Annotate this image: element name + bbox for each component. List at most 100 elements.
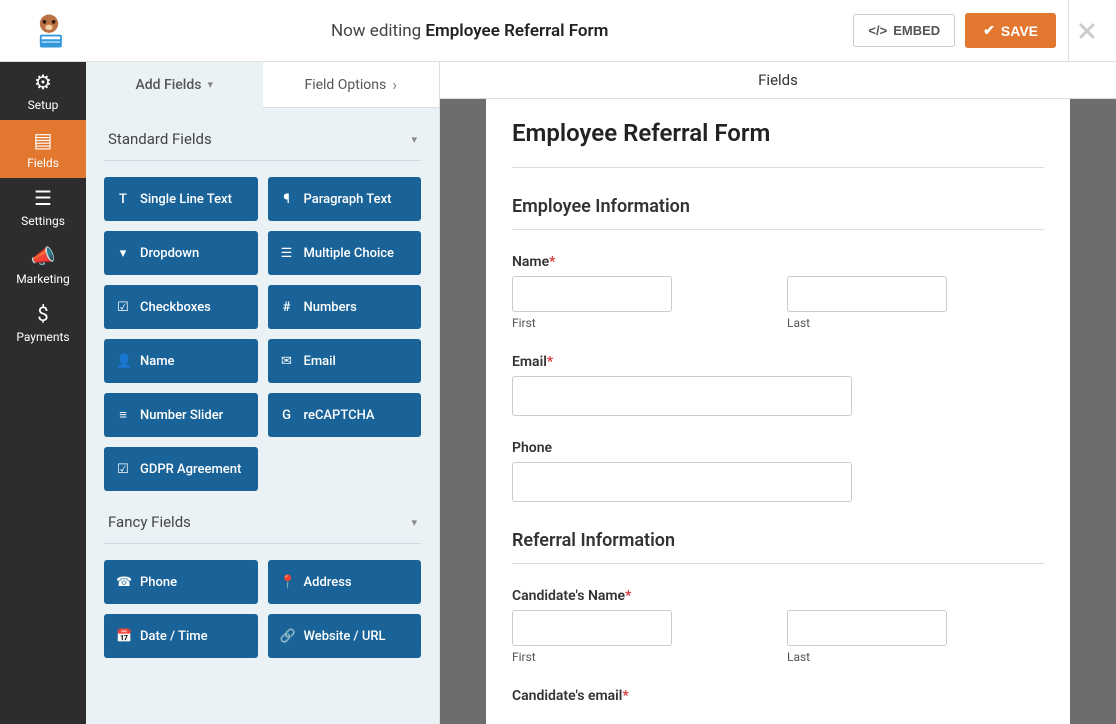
field-gdpr-agreement[interactable]: ☑GDPR Agreement — [104, 447, 258, 491]
field-name[interactable]: 👤Name — [104, 339, 258, 383]
nav-payments[interactable]: $ Payments — [0, 294, 86, 352]
chevron-down-icon — [411, 133, 417, 146]
phone-input[interactable] — [512, 462, 852, 502]
nav-settings[interactable]: ☰ Settings — [0, 178, 86, 236]
field-email[interactable]: ✉Email — [268, 339, 422, 383]
dollar-icon: $ — [37, 302, 48, 326]
preview-panel: Fields Employee Referral Form Employee I… — [440, 62, 1116, 724]
field-address[interactable]: 📍Address — [268, 560, 422, 604]
field-checkboxes[interactable]: ☑Checkboxes — [104, 285, 258, 329]
text-icon: T — [116, 192, 130, 207]
sliders-icon: ≡ — [116, 407, 130, 423]
form-preview: Employee Referral Form Employee Informat… — [486, 99, 1070, 724]
tab-field-options[interactable]: Field Options — [263, 62, 440, 108]
field-paragraph-text[interactable]: ¶Paragraph Text — [268, 177, 422, 221]
first-sublabel: First — [512, 316, 769, 330]
cand-first-name-input[interactable] — [512, 610, 672, 646]
gear-icon: ⚙ — [34, 70, 52, 94]
google-icon: G — [280, 408, 294, 423]
cand-last-name-input[interactable] — [787, 610, 947, 646]
required-mark: * — [625, 588, 631, 604]
paragraph-icon: ¶ — [280, 192, 294, 207]
nav-marketing-label: Marketing — [16, 272, 70, 286]
required-mark: * — [622, 688, 628, 704]
bullhorn-icon: 📣 — [31, 244, 56, 268]
panel-scroll[interactable]: Standard Fields TSingle Line Text ¶Parag… — [86, 108, 439, 724]
fields-panel: Add Fields Field Options Standard Fields… — [86, 62, 440, 724]
embed-label: EMBED — [893, 23, 940, 38]
hash-icon: # — [280, 300, 294, 315]
section-employee-info: Employee Information — [512, 196, 1044, 230]
field-date-time[interactable]: 📅Date / Time — [104, 614, 258, 658]
phone-label: Phone — [512, 440, 552, 456]
form-icon: ▤ — [34, 128, 53, 152]
field-recaptcha[interactable]: GreCAPTCHA — [268, 393, 422, 437]
last-sublabel: Last — [787, 316, 1044, 330]
save-button[interactable]: ✔ SAVE — [965, 13, 1056, 48]
cand-email-label: Candidate's email — [512, 688, 622, 704]
now-editing-text: Now editing — [331, 21, 421, 41]
preview-header-label: Fields — [758, 71, 798, 89]
check-square-icon: ☑ — [116, 462, 130, 477]
user-icon: 👤 — [116, 354, 130, 369]
required-mark: * — [547, 354, 553, 370]
tab-field-options-label: Field Options — [304, 77, 386, 93]
cand-last-sublabel: Last — [787, 650, 1044, 664]
nav-settings-label: Settings — [21, 214, 65, 228]
field-website-url[interactable]: 🔗Website / URL — [268, 614, 422, 658]
chevron-down-icon — [411, 516, 417, 529]
preview-scroll[interactable]: Employee Referral Form Employee Informat… — [440, 99, 1116, 724]
nav-marketing[interactable]: 📣 Marketing — [0, 236, 86, 294]
nav-setup[interactable]: ⚙ Setup — [0, 62, 86, 120]
field-candidate-email[interactable]: Candidate's email* — [512, 688, 1044, 704]
field-candidate-name[interactable]: Candidate's Name* First Last — [512, 588, 1044, 664]
chevron-down-icon — [207, 78, 213, 91]
map-pin-icon: 📍 — [280, 575, 294, 590]
nav-setup-label: Setup — [28, 98, 59, 112]
field-employee-name[interactable]: Name* First Last — [512, 254, 1044, 330]
field-employee-email[interactable]: Email* — [512, 354, 1044, 416]
nav-fields[interactable]: ▤ Fields — [0, 120, 86, 178]
left-nav: ⚙ Setup ▤ Fields ☰ Settings 📣 Marketing … — [0, 62, 86, 724]
phone-icon: ☎ — [116, 575, 130, 590]
envelope-icon: ✉ — [280, 354, 294, 369]
name-label: Name — [512, 254, 549, 270]
section-standard-label: Standard Fields — [108, 130, 212, 148]
check-icon: ✔ — [983, 22, 995, 39]
first-name-input[interactable] — [512, 276, 672, 312]
standard-fields-grid: TSingle Line Text ¶Paragraph Text ▾Dropd… — [104, 177, 421, 491]
top-bar: Now editing Employee Referral Form </> E… — [0, 0, 1116, 62]
cand-name-label: Candidate's Name — [512, 588, 625, 604]
section-standard-fields[interactable]: Standard Fields — [104, 108, 421, 161]
field-numbers[interactable]: #Numbers — [268, 285, 422, 329]
nav-payments-label: Payments — [16, 330, 69, 344]
list-icon: ☰ — [280, 246, 294, 261]
field-phone[interactable]: ☎Phone — [104, 560, 258, 604]
field-multiple-choice[interactable]: ☰Multiple Choice — [268, 231, 422, 275]
save-label: SAVE — [1001, 23, 1038, 39]
section-referral-info: Referral Information — [512, 530, 1044, 564]
check-square-icon: ☑ — [116, 300, 130, 315]
sliders-icon: ☰ — [34, 186, 52, 210]
field-number-slider[interactable]: ≡Number Slider — [104, 393, 258, 437]
field-dropdown[interactable]: ▾Dropdown — [104, 231, 258, 275]
embed-button[interactable]: </> EMBED — [853, 14, 955, 47]
nav-fields-label: Fields — [27, 156, 59, 170]
last-name-input[interactable] — [787, 276, 947, 312]
email-input[interactable] — [512, 376, 852, 416]
required-mark: * — [549, 254, 555, 270]
tab-add-fields-label: Add Fields — [135, 77, 201, 93]
link-icon: 🔗 — [280, 629, 294, 644]
field-employee-phone[interactable]: Phone — [512, 440, 1044, 502]
section-fancy-label: Fancy Fields — [108, 513, 191, 531]
chevron-right-icon — [392, 75, 397, 94]
field-single-line-text[interactable]: TSingle Line Text — [104, 177, 258, 221]
fancy-fields-grid: ☎Phone 📍Address 📅Date / Time 🔗Website / … — [104, 560, 421, 658]
tab-add-fields[interactable]: Add Fields — [86, 62, 263, 108]
form-name-text: Employee Referral Form — [425, 21, 608, 41]
section-fancy-fields[interactable]: Fancy Fields — [104, 491, 421, 544]
close-button[interactable] — [1068, 0, 1104, 62]
embed-icon: </> — [868, 23, 887, 38]
dropdown-icon: ▾ — [116, 246, 130, 261]
email-label: Email — [512, 354, 547, 370]
